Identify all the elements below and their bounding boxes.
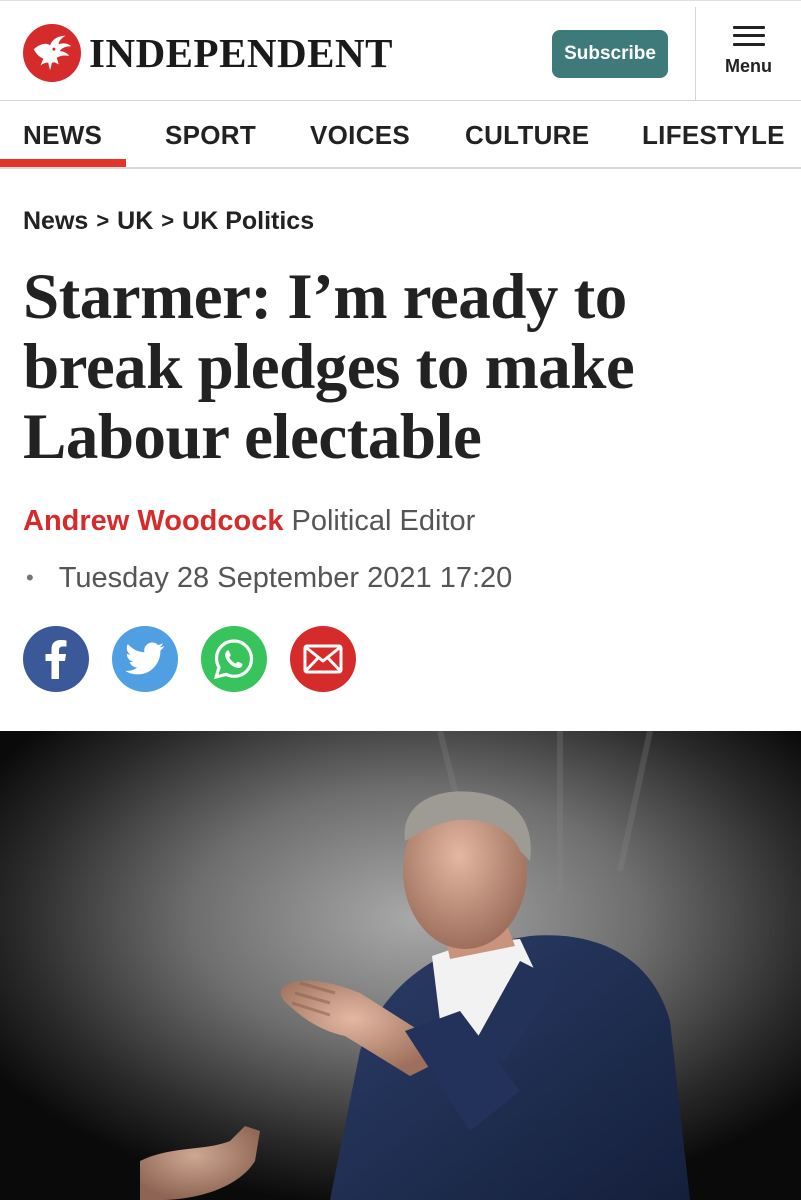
email-icon: [303, 644, 343, 674]
whatsapp-icon: [213, 639, 254, 680]
publish-date: Tuesday 28 September 2021 17:20: [58, 561, 513, 594]
breadcrumb: News > UK > UK Politics: [23, 205, 314, 237]
share-email-button[interactable]: [290, 626, 356, 692]
breadcrumb-separator: >: [161, 208, 175, 233]
nav-active-indicator: [0, 159, 126, 167]
menu-button[interactable]: Menu: [696, 1, 801, 101]
share-twitter-button[interactable]: [112, 626, 178, 692]
date-bullet: •: [26, 565, 34, 590]
nav-item-culture[interactable]: CULTURE: [465, 101, 589, 169]
breadcrumb-news[interactable]: News: [23, 207, 88, 236]
hero-image: [0, 731, 801, 1200]
menu-label: Menu: [725, 55, 772, 76]
breadcrumb-uk-politics[interactable]: UK Politics: [182, 207, 314, 236]
hero-photo: [0, 731, 801, 1200]
twitter-icon: [125, 642, 165, 675]
facebook-icon: [45, 640, 67, 679]
author-role: Political Editor: [291, 505, 476, 537]
breadcrumb-uk[interactable]: UK: [117, 207, 153, 236]
section-nav: NEWS SPORT VOICES CULTURE LIFESTYLE: [0, 101, 801, 169]
subscribe-button[interactable]: Subscribe: [552, 30, 668, 78]
eagle-icon: [23, 24, 81, 82]
share-whatsapp-button[interactable]: [201, 626, 267, 692]
breadcrumb-separator: >: [96, 208, 110, 233]
share-bar: [23, 626, 356, 692]
article-headline: Starmer: I’m ready to break pledges to m…: [23, 261, 635, 473]
author-link[interactable]: Andrew Woodcock: [23, 505, 284, 538]
nav-item-lifestyle[interactable]: LIFESTYLE: [642, 101, 785, 169]
article-page: INDEPENDENT Subscribe Menu NEWS SPORT VO…: [0, 0, 801, 1200]
site-header: INDEPENDENT Subscribe Menu: [0, 0, 801, 102]
site-logo-link[interactable]: INDEPENDENT: [23, 23, 393, 83]
nav-item-voices[interactable]: VOICES: [310, 101, 410, 169]
share-facebook-button[interactable]: [23, 626, 89, 692]
byline: Andrew Woodcock Political Editor: [23, 505, 475, 541]
dateline: • Tuesday 28 September 2021 17:20: [26, 560, 512, 596]
hamburger-icon: [732, 25, 765, 46]
brand-wordmark: INDEPENDENT: [89, 29, 393, 76]
nav-item-sport[interactable]: SPORT: [165, 101, 256, 169]
